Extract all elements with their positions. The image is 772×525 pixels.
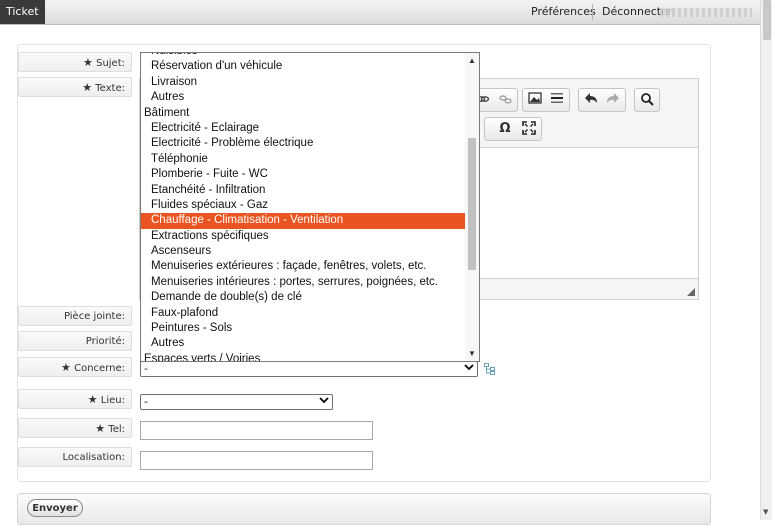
page-scrollbar[interactable]: ▼ [760, 0, 772, 520]
dropdown-option[interactable]: Nuisibles [141, 53, 465, 59]
dropdown-option[interactable]: Plomberie - Fuite - WC [141, 167, 465, 182]
place-select-value: - [144, 395, 148, 408]
scroll-down-arrow-icon[interactable]: ▼ [468, 349, 476, 358]
nav-separator [592, 4, 593, 20]
dropdown-option[interactable]: Electricité - Problème électrique [141, 136, 465, 151]
dropdown-option[interactable]: Ascenseurs [141, 244, 465, 259]
scroll-down-arrow-icon[interactable]: ▼ [763, 508, 768, 516]
scroll-up-arrow-icon[interactable]: ▲ [468, 56, 476, 65]
text-label-text: Texte: [95, 83, 125, 94]
chevron-down-icon [464, 362, 474, 376]
dropdown-option[interactable]: Menuiseries intérieures : portes, serrur… [141, 275, 465, 290]
horizontal-rule-icon[interactable] [547, 92, 567, 108]
page-scrollbar-thumb[interactable] [763, 0, 771, 40]
subject-label: ★ Sujet: [18, 52, 132, 72]
maximize-icon[interactable] [519, 121, 539, 137]
required-marker: ★ [83, 56, 93, 69]
tree-picker-icon[interactable] [484, 363, 496, 375]
attachment-label-text: Pièce jointe: [63, 311, 125, 322]
dropdown-option[interactable]: Faux-plafond [141, 306, 465, 321]
dropdown-option[interactable]: Extractions spécifiques [141, 229, 465, 244]
omega-icon[interactable]: Ω [495, 121, 515, 137]
dropdown-scrollbar[interactable]: ▲ ▼ [465, 53, 479, 361]
priority-label: Priorité: [18, 331, 132, 351]
dropdown-option[interactable]: Livraison [141, 75, 465, 90]
dropdown-option[interactable]: Téléphonie [141, 152, 465, 167]
resize-handle-icon[interactable] [687, 288, 695, 296]
location-input[interactable] [140, 451, 373, 470]
toolbar-group-history [578, 88, 626, 112]
dropdown-scrollbar-thumb[interactable] [468, 138, 476, 270]
top-bar: Ticket Préférences Déconnecter [0, 0, 760, 25]
phone-input[interactable] [140, 421, 373, 440]
username-redacted [660, 8, 752, 17]
dropdown-option[interactable]: Chauffage - Climatisation - Ventilation [141, 213, 465, 229]
unlink-icon[interactable] [495, 92, 515, 108]
location-label: Localisation: [18, 447, 132, 467]
dropdown-option[interactable]: Demande de double(s) de clé [141, 290, 465, 305]
dropdown-option[interactable]: Fluides spéciaux - Gaz [141, 198, 465, 213]
image-icon[interactable] [525, 92, 545, 108]
place-label-text: Lieu: [100, 395, 125, 406]
dropdown-group-header: Espaces verts / Voiries [144, 352, 261, 362]
form-footer: Envoyer [17, 493, 711, 525]
place-select[interactable]: - [140, 394, 333, 410]
dropdown-option[interactable]: Autres [141, 90, 465, 105]
concerns-dropdown-list[interactable]: NuisiblesRéservation d'un véhiculeLivrai… [140, 52, 480, 362]
concerns-select-value: - [144, 362, 148, 375]
phone-label: ★ Tel: [18, 418, 132, 438]
dropdown-group-header: Bâtiment [144, 106, 190, 119]
priority-label-text: Priorité: [85, 336, 125, 347]
dropdown-option[interactable]: Etanchéité - Infiltration [141, 183, 465, 198]
required-marker: ★ [82, 81, 93, 94]
text-label: ★ Texte: [18, 77, 132, 97]
toolbar-group-special: Ω [484, 117, 542, 141]
dropdown-option[interactable]: Peintures - Sols [141, 321, 465, 336]
concerns-label: ★ Concerne: [18, 357, 132, 377]
concerns-label-text: Concerne: [74, 363, 125, 374]
toolbar-group-find [634, 88, 660, 112]
dropdown-option[interactable]: Menuiseries extérieures : façade, fenêtr… [141, 259, 465, 274]
toolbar-group-insert [522, 88, 570, 112]
phone-label-text: Tel: [108, 424, 125, 435]
ticket-tab[interactable]: Ticket [0, 0, 45, 24]
required-marker: ★ [61, 361, 71, 374]
chevron-down-icon [319, 395, 329, 409]
find-icon[interactable] [637, 92, 657, 108]
dropdown-option[interactable]: Réservation d'un véhicule [141, 59, 465, 74]
required-marker: ★ [95, 422, 106, 435]
preferences-link[interactable]: Préférences [531, 0, 596, 24]
place-label: ★ Lieu: [18, 389, 132, 409]
concerns-select[interactable]: - [140, 361, 478, 377]
dropdown-option[interactable]: Autres [141, 336, 465, 351]
send-button[interactable]: Envoyer [27, 499, 83, 517]
dropdown-option[interactable]: Electricité - Eclairage [141, 121, 465, 136]
subject-label-text: Sujet: [96, 58, 125, 69]
dropdown-options: NuisiblesRéservation d'un véhiculeLivrai… [141, 53, 465, 362]
redo-icon[interactable] [603, 92, 623, 108]
undo-icon[interactable] [581, 92, 601, 108]
location-label-text: Localisation: [62, 452, 125, 463]
attachment-label: Pièce jointe: [18, 306, 132, 326]
required-marker: ★ [87, 393, 98, 406]
